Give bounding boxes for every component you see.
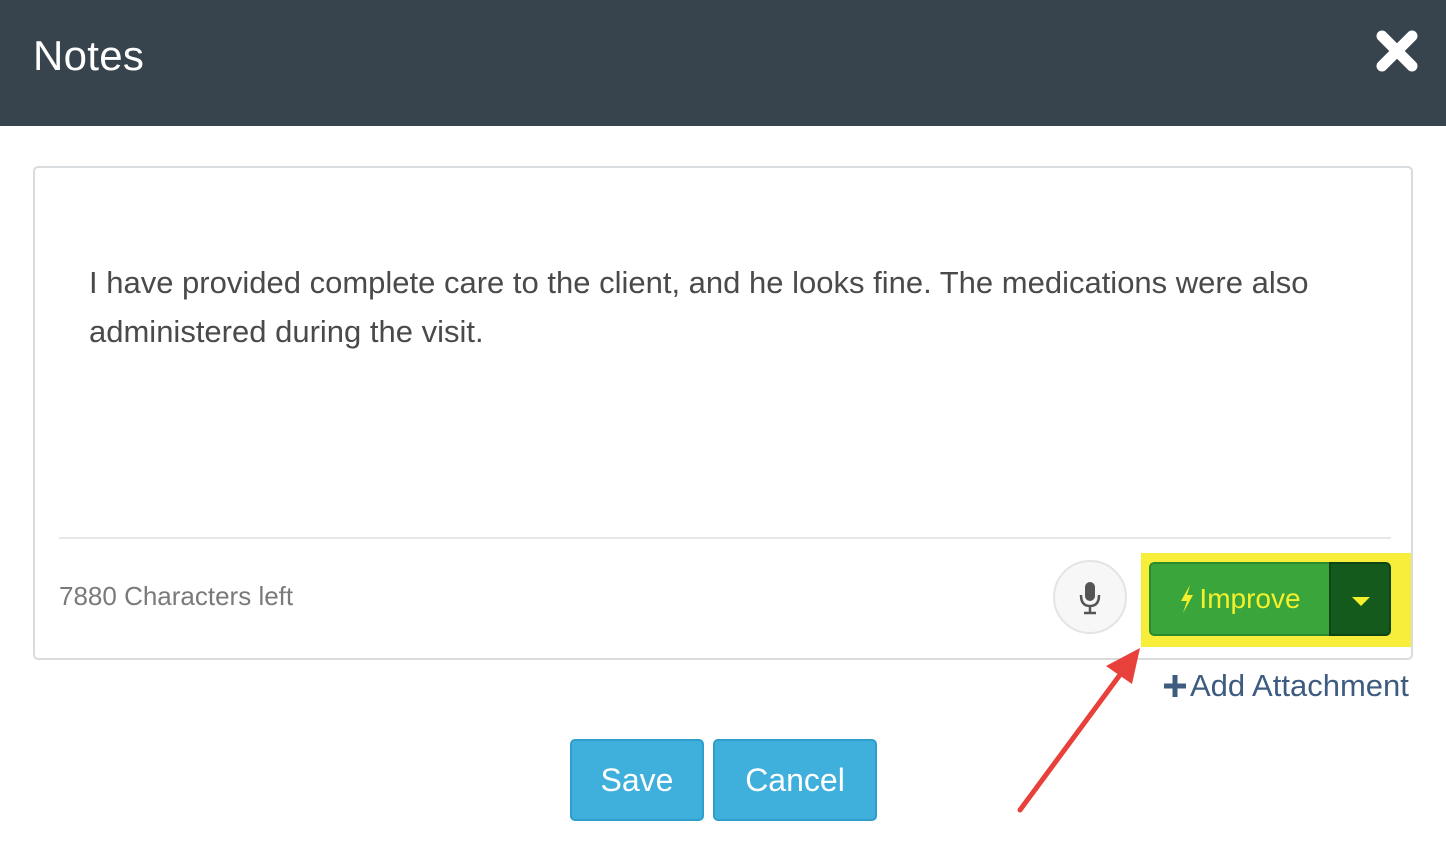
- improve-dropdown-toggle[interactable]: [1329, 562, 1391, 636]
- close-icon: [1376, 30, 1418, 72]
- plus-icon: [1164, 675, 1186, 697]
- improve-highlight: Improve: [1141, 553, 1411, 647]
- improve-button-group: Improve: [1149, 562, 1391, 636]
- caret-down-icon: [1352, 597, 1370, 606]
- cancel-button[interactable]: Cancel: [713, 739, 877, 821]
- microphone-icon: [1079, 582, 1101, 615]
- modal-title: Notes: [33, 32, 145, 79]
- notes-modal: Notes I have provided complete care to t…: [0, 0, 1446, 852]
- editor-divider: [59, 537, 1391, 539]
- improve-button[interactable]: Improve: [1149, 562, 1329, 636]
- improve-button-label: Improve: [1199, 583, 1301, 614]
- lightning-bolt-icon: [1181, 585, 1194, 613]
- notes-editor: I have provided complete care to the cli…: [33, 166, 1413, 660]
- add-attachment-label: Add Attachment: [1190, 668, 1409, 703]
- notes-textarea[interactable]: I have provided complete care to the cli…: [89, 258, 1369, 518]
- save-button[interactable]: Save: [570, 739, 704, 821]
- modal-header: Notes: [0, 0, 1446, 126]
- add-attachment-link[interactable]: Add Attachment: [1162, 668, 1409, 704]
- characters-left-counter: 7880 Characters left: [59, 581, 294, 611]
- microphone-button[interactable]: [1053, 560, 1127, 634]
- close-button[interactable]: [1374, 28, 1420, 74]
